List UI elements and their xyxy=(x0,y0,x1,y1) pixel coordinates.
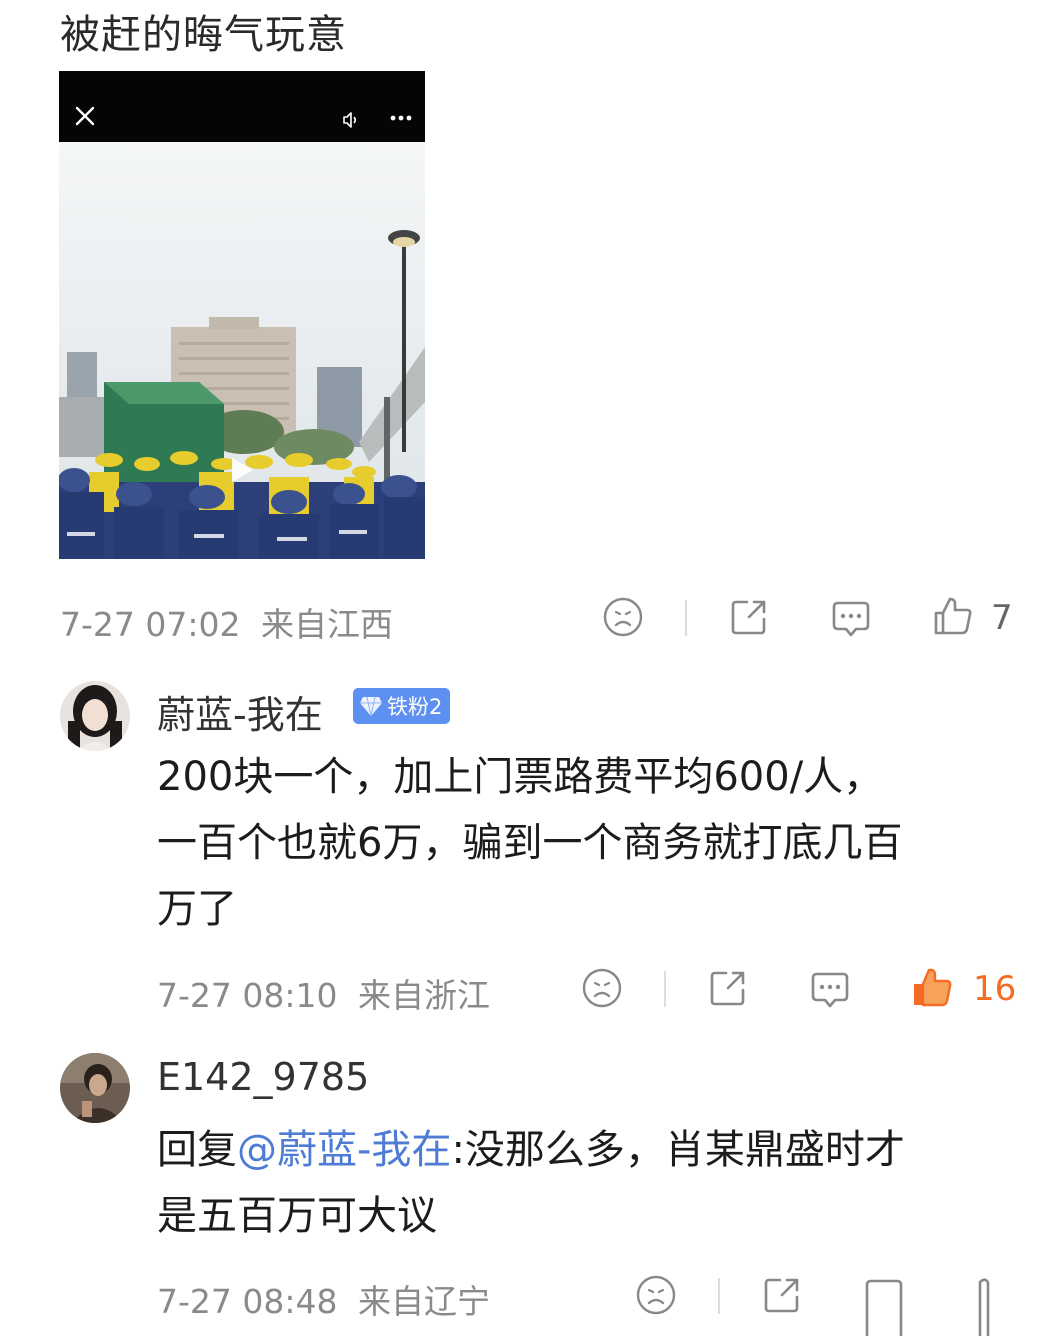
comment-username[interactable]: 蔚蓝-我在 xyxy=(157,684,323,739)
like-icon-active[interactable] xyxy=(911,966,953,1008)
reply-text: :没那么多，肖某鼎盛时才 xyxy=(451,1127,905,1173)
comment-time: 7-27 08:10 xyxy=(157,976,338,1015)
comment-like-count: 16 xyxy=(973,969,1017,1009)
share-icon[interactable] xyxy=(708,968,748,1008)
mention-link[interactable]: @蔚蓝-我在 xyxy=(237,1127,451,1173)
comment-line: 一百个也就6万，骗到一个商务就打底几百 xyxy=(157,820,903,866)
comment-time: 7-27 08:48 xyxy=(157,1282,338,1321)
comment-icon[interactable] xyxy=(863,1276,905,1336)
divider xyxy=(685,600,687,636)
comment-icon[interactable] xyxy=(809,969,851,1011)
dislike-icon[interactable] xyxy=(582,968,622,1008)
more-icon[interactable] xyxy=(389,109,413,127)
post-text: 被赶的晦气玩意 xyxy=(60,12,347,58)
avatar[interactable] xyxy=(60,1053,130,1123)
comment-location: 来自浙江 xyxy=(358,976,490,1015)
dislike-icon[interactable] xyxy=(636,1275,676,1315)
comment-text: 回复@蔚蓝-我在:没那么多，肖某鼎盛时才 是五百万可大议 xyxy=(157,1117,905,1249)
avatar[interactable] xyxy=(60,681,130,751)
comment-text: 200块一个，加上门票路费平均600/人， 一百个也就6万，骗到一个商务就打底几… xyxy=(157,744,902,942)
post-like-count: 7 xyxy=(991,598,1013,638)
comment-icon[interactable] xyxy=(830,598,872,640)
comment-meta: 7-27 08:10 来自浙江 xyxy=(157,969,490,1017)
comment-line: 是五百万可大议 xyxy=(157,1193,437,1239)
comment-meta: 7-27 08:48 来自辽宁 xyxy=(157,1275,490,1323)
close-icon[interactable] xyxy=(74,105,96,127)
comment-location: 来自辽宁 xyxy=(358,1282,490,1321)
post-location: 来自江西 xyxy=(261,605,393,644)
video-player[interactable] xyxy=(59,71,425,559)
divider xyxy=(664,971,666,1007)
share-icon[interactable] xyxy=(729,597,769,637)
comment-line: 200块一个，加上门票路费平均600/人， xyxy=(157,754,884,800)
play-icon[interactable] xyxy=(229,456,255,484)
video-topbar xyxy=(59,71,425,142)
post-time: 7-27 07:02 来自江西 xyxy=(60,598,393,646)
like-icon[interactable] xyxy=(966,1274,996,1336)
like-icon[interactable] xyxy=(932,595,974,637)
comment-username[interactable]: E142_9785 xyxy=(157,1055,369,1099)
comment-line: 万了 xyxy=(157,886,237,932)
fan-badge[interactable]: 铁粉2 xyxy=(353,688,451,724)
video-thumbnail xyxy=(59,142,425,559)
reply-prefix: 回复 xyxy=(157,1127,237,1173)
volume-icon[interactable] xyxy=(342,111,360,129)
comment-line: 回复@蔚蓝-我在:没那么多，肖某鼎盛时才 xyxy=(157,1117,905,1183)
diamond-icon xyxy=(360,696,382,717)
dislike-icon[interactable] xyxy=(603,597,643,637)
share-icon[interactable] xyxy=(762,1275,802,1315)
divider xyxy=(718,1278,720,1314)
badge-label: 铁粉2 xyxy=(387,695,443,719)
post-time-text: 7-27 07:02 xyxy=(60,605,241,644)
